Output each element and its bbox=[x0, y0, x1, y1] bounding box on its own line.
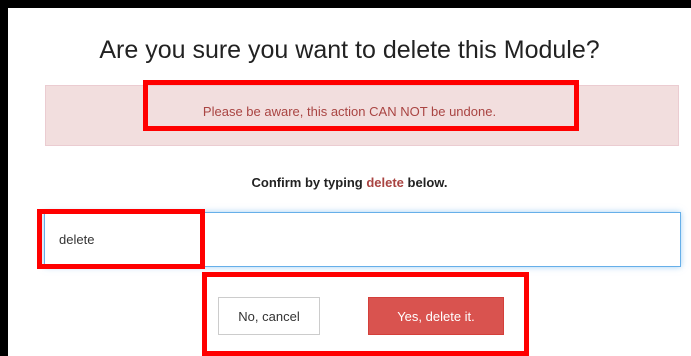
dialog-title: Are you sure you want to delete this Mod… bbox=[99, 36, 600, 64]
confirm-delete-button[interactable]: Yes, delete it. bbox=[368, 297, 504, 335]
confirm-instruction: Confirm by typing delete below. bbox=[8, 175, 691, 190]
confirm-suffix: below. bbox=[403, 175, 448, 190]
cancel-button[interactable]: No, cancel bbox=[218, 297, 320, 335]
confirm-delete-input[interactable] bbox=[44, 212, 681, 267]
confirm-prefix: Confirm by typing bbox=[251, 175, 367, 190]
warning-message: Please be aware, this action CAN NOT be … bbox=[202, 104, 497, 119]
delete-module-dialog: Are you sure you want to delete this Mod… bbox=[8, 8, 691, 356]
confirm-keyword: delete bbox=[366, 175, 404, 190]
